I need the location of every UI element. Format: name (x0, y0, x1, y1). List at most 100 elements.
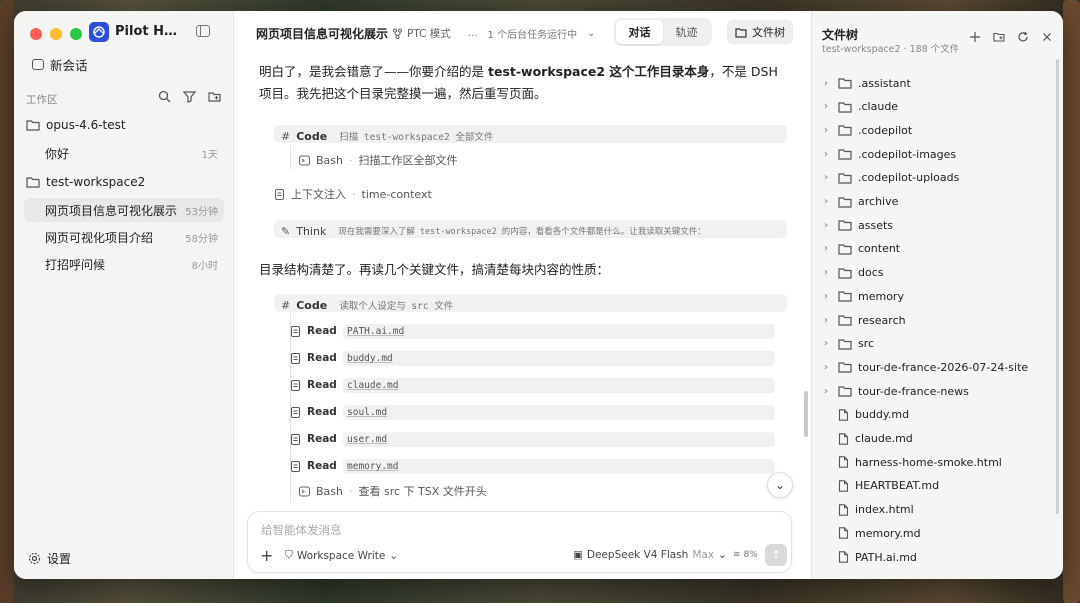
filetree-folder[interactable]: › archive (820, 191, 1056, 213)
filetree-folder[interactable]: › tour-de-france-news (820, 380, 1056, 402)
filetree-folder[interactable]: › memory (820, 285, 1056, 307)
filetree-item-label: docs (858, 266, 884, 280)
filetree-scrollbar[interactable] (1056, 59, 1059, 514)
folder-icon (735, 27, 747, 38)
chevron-right-icon: › (824, 219, 828, 231)
arrow-up-icon: ↑ (770, 548, 782, 562)
tab-chat[interactable]: 对话 (616, 20, 663, 44)
filter-icon[interactable] (183, 90, 196, 103)
workspace-mode-select[interactable]: ⛉ Workspace Write ⌄ (285, 549, 398, 562)
folder-icon (838, 78, 852, 89)
workspace-folder[interactable]: opus-4.6-test (26, 118, 126, 132)
filetree-folder[interactable]: › src (820, 333, 1056, 355)
chevron-right-icon: › (824, 290, 828, 302)
filetree-folder[interactable]: › .codepilot-uploads (820, 167, 1056, 189)
filetree-button-label: 文件树 (752, 26, 785, 39)
filetree-folder[interactable]: › .codepilot-images (820, 143, 1056, 165)
filetree-folder[interactable]: › .claude (820, 96, 1056, 118)
chat-scrollbar[interactable] (804, 391, 808, 437)
file-icon (838, 432, 849, 445)
chat-list-item[interactable]: 打招呼问候 8小时 (24, 252, 224, 276)
filetree-folder[interactable]: › docs (820, 262, 1056, 284)
zoom-window-button[interactable] (70, 28, 82, 40)
chevron-right-icon: › (824, 77, 828, 89)
message-input[interactable]: 给智能体发消息 (261, 522, 342, 538)
filetree-item-label: .assistant (858, 76, 911, 90)
close-window-button[interactable] (30, 28, 42, 40)
read-file[interactable]: buddy.md (343, 350, 775, 366)
bash-step[interactable]: Bash · 查看 src 下 TSX 文件开头 (299, 483, 487, 499)
folder-icon (838, 315, 852, 326)
read-step[interactable]: Read claude.md (290, 375, 775, 395)
code-step[interactable]: # Code 扫描 test-workspace2 全部文件 (281, 127, 499, 145)
scroll-to-bottom-button[interactable]: ⌄ (767, 472, 793, 498)
filetree-file[interactable]: memory.md (838, 522, 1054, 544)
read-file[interactable]: memory.md (343, 458, 775, 474)
read-step[interactable]: Read PATH.ai.md (290, 321, 775, 341)
filetree-panel: 文件树 test-workspace2 · 188 个文件 › .assistan… (811, 11, 1063, 579)
bash-step[interactable]: Bash · 扫描工作区全部文件 (299, 152, 458, 168)
sidebar-toggle-icon[interactable] (196, 25, 210, 37)
new-chat-button[interactable]: 新会话 (32, 55, 88, 74)
model-select[interactable]: ▣ DeepSeek V4 Flash Max ⌄ (573, 549, 727, 561)
filetree-folder[interactable]: › .codepilot (820, 119, 1056, 141)
filetree-file[interactable]: HEARTBEAT.md (838, 475, 1054, 497)
read-step[interactable]: Read soul.md (290, 402, 775, 422)
chat-list-item[interactable]: 网页可视化项目介绍 58分钟 (24, 225, 224, 249)
folder-icon (838, 220, 852, 231)
filetree-item-label: HEARTBEAT.md (855, 479, 940, 493)
bash-label: Bash (316, 153, 343, 167)
workspace-folder-name: opus-4.6-test (46, 118, 126, 132)
workspace-folder[interactable]: test-workspace2 (26, 175, 145, 189)
read-file[interactable]: user.md (343, 431, 775, 447)
filetree-folder[interactable]: › tour-de-france-2026-07-24-site (820, 356, 1056, 378)
new-folder-icon[interactable] (993, 31, 1005, 43)
search-icon[interactable] (158, 90, 171, 103)
filetree-folder[interactable]: › content (820, 238, 1056, 260)
plus-icon[interactable] (969, 31, 981, 43)
filetree-file[interactable]: buddy.md (838, 404, 1054, 426)
filetree-file[interactable]: index.html (838, 499, 1054, 521)
background-tasks[interactable]: ... 1 个后台任务运行中 ⌄ (468, 26, 595, 41)
read-file[interactable]: soul.md (343, 404, 775, 420)
background-tree (1063, 0, 1080, 603)
think-step[interactable]: ✎ Think 现在我需要深入了解 test-workspace2 的内容，看看… (281, 223, 712, 239)
tab-trajectory[interactable]: 轨迹 (663, 20, 710, 44)
add-attachment-button[interactable]: + (260, 548, 273, 564)
send-button[interactable]: ↑ (765, 544, 787, 566)
view-tabs: 对话 轨迹 (614, 18, 712, 46)
close-icon[interactable] (1041, 31, 1053, 43)
minimize-window-button[interactable] (50, 28, 62, 40)
document-icon (291, 352, 300, 364)
filetree-file[interactable]: claude.md (838, 428, 1054, 450)
mode-label: PTC 模式 (407, 28, 451, 40)
think-label: Think (296, 224, 327, 238)
filetree-file[interactable]: PATH.ai.md (838, 546, 1054, 568)
ptc-mode-button[interactable]: PTC 模式 (392, 26, 451, 41)
refresh-icon[interactable] (1017, 31, 1029, 43)
filetree-file[interactable]: harness-home-smoke.html (838, 451, 1054, 473)
context-usage[interactable]: ≋ 8% (733, 550, 758, 560)
read-step[interactable]: Read user.md (290, 429, 775, 449)
folder-icon (838, 267, 852, 279)
folder-icon (838, 149, 852, 160)
context-injection-step[interactable]: 上下文注入 · time-context (274, 186, 432, 202)
filetree-button[interactable]: 文件树 (727, 20, 793, 44)
chat-list-item-active[interactable]: 网页项目信息可视化展示 53分钟 (24, 198, 224, 222)
read-file[interactable]: claude.md (343, 377, 775, 393)
filetree-folder[interactable]: › research (820, 309, 1056, 331)
new-folder-icon[interactable] (208, 90, 221, 103)
chevron-right-icon: › (824, 172, 828, 184)
bash-text: 扫描工作区全部文件 (358, 154, 458, 167)
terminal-icon (299, 155, 310, 165)
chevron-down-icon: ⌄ (774, 478, 786, 492)
document-icon (275, 188, 284, 200)
filetree-folder[interactable]: › .assistant (820, 72, 1056, 94)
read-step[interactable]: Read memory.md (290, 456, 775, 476)
code-step[interactable]: # Code 读取个人设定与 src 文件 (281, 296, 459, 314)
read-file[interactable]: PATH.ai.md (343, 323, 775, 339)
settings-button[interactable]: 设置 (28, 550, 71, 567)
read-step[interactable]: Read buddy.md (290, 348, 775, 368)
filetree-folder[interactable]: › assets (820, 214, 1056, 236)
chat-list-item[interactable]: 你好 1天 (24, 141, 224, 165)
